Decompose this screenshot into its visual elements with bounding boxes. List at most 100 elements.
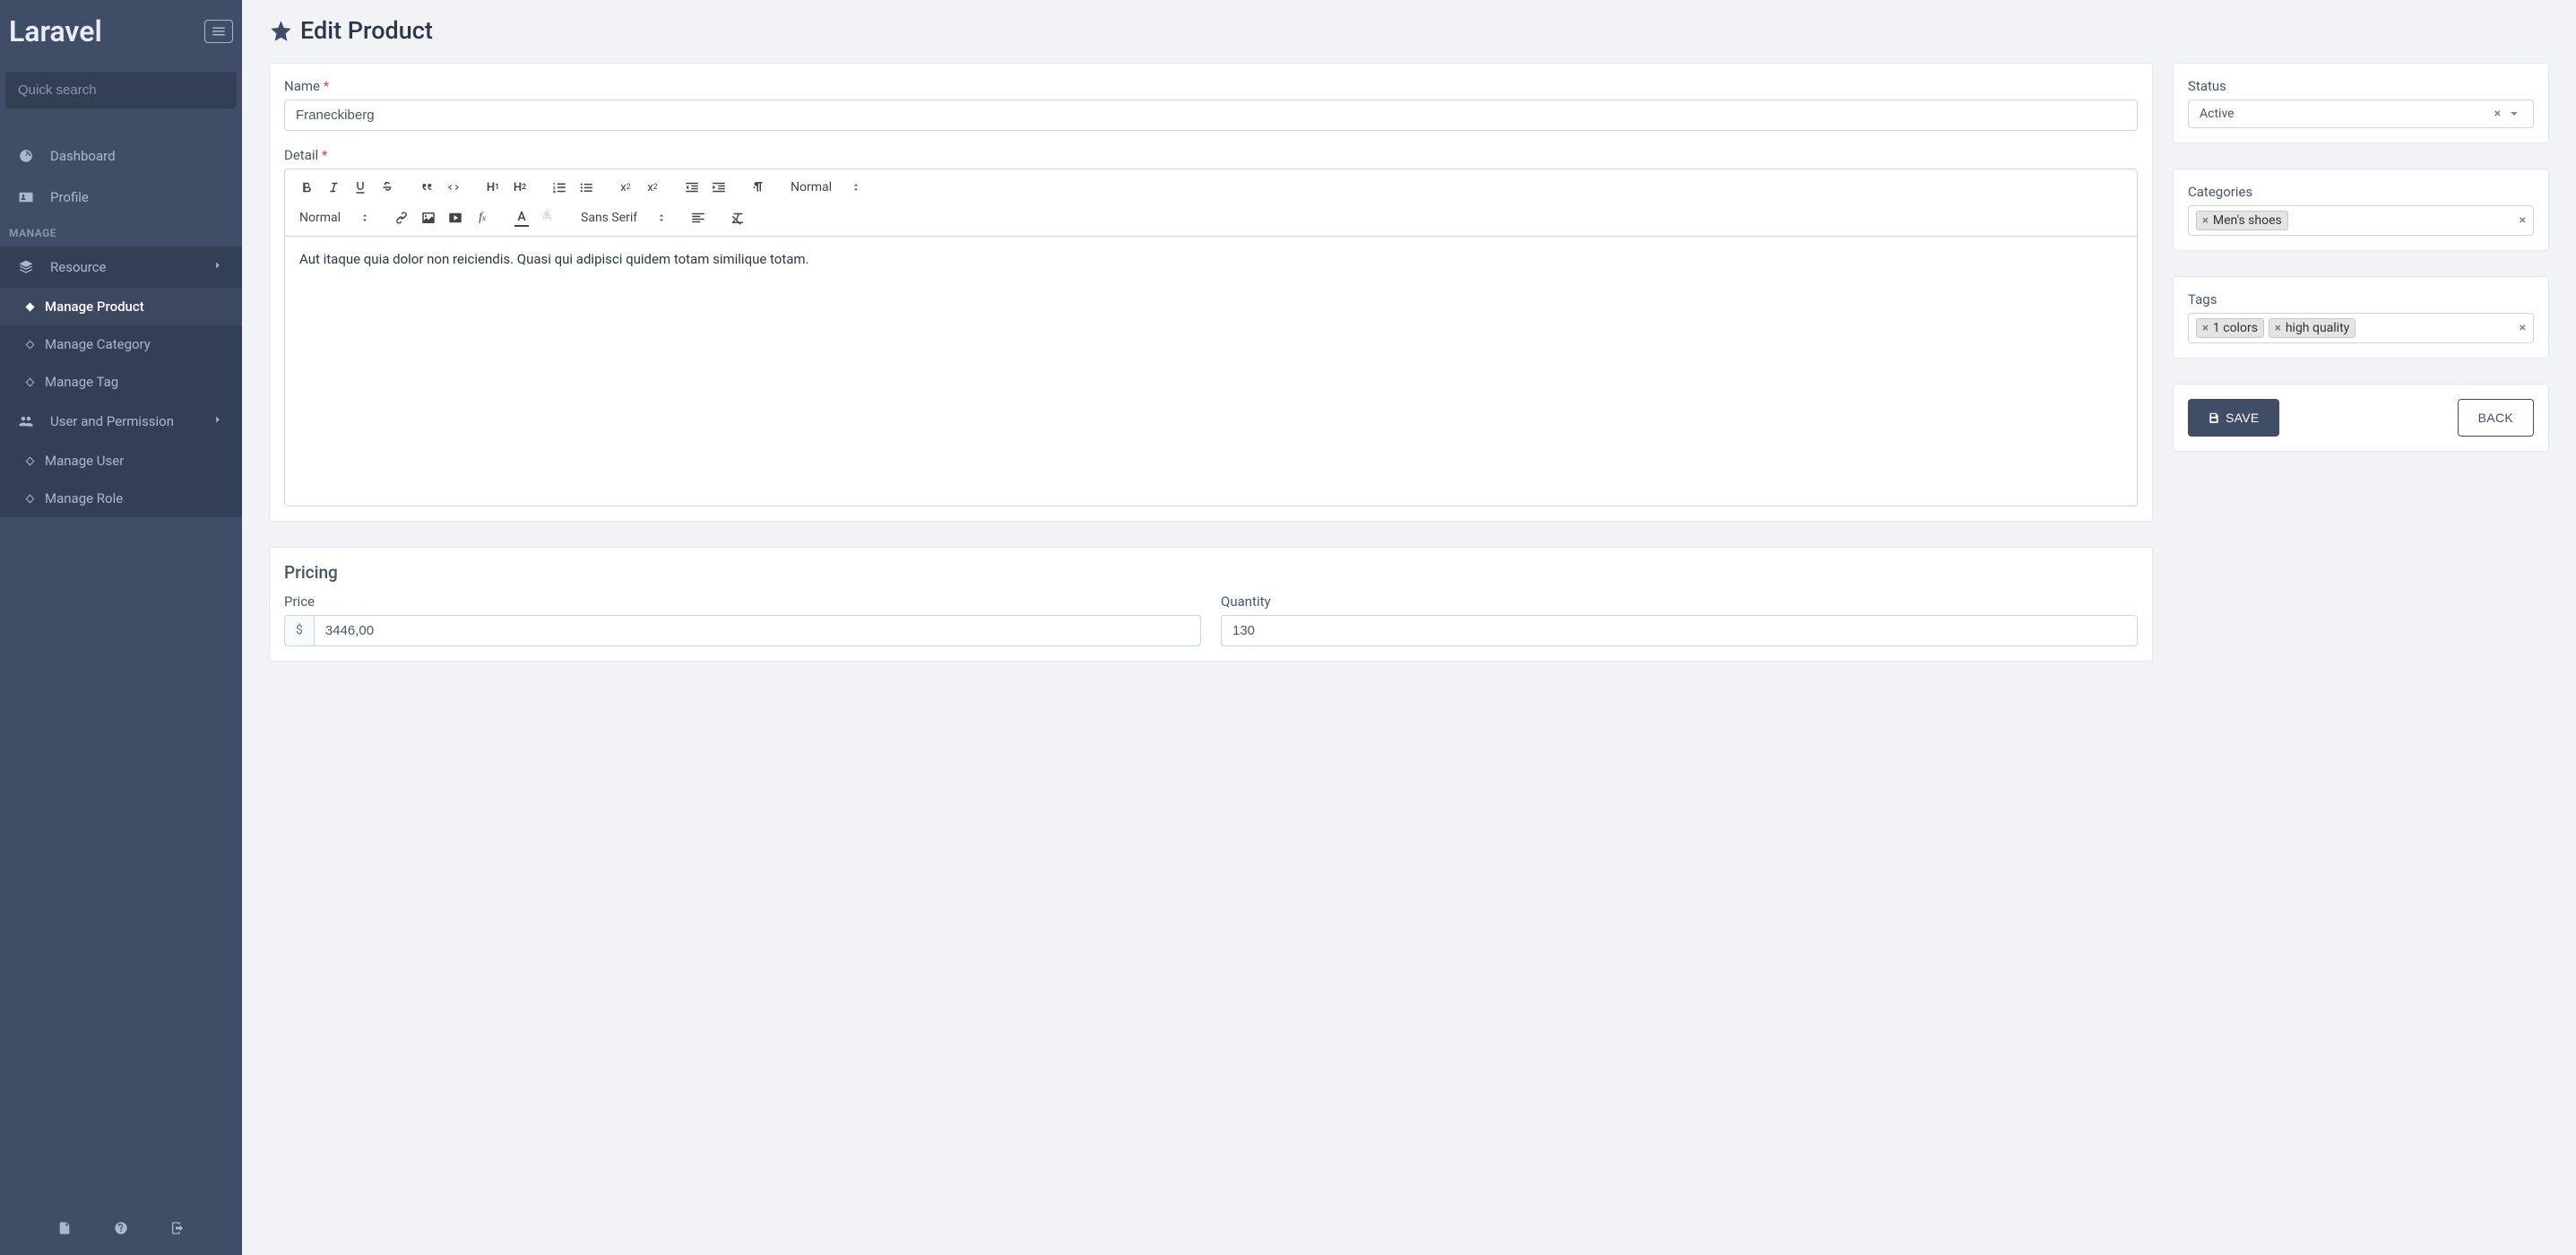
categories-label: Categories (2188, 184, 2534, 200)
h1-button[interactable]: H1 (480, 175, 506, 200)
nav-manage-user-label: Manage User (45, 453, 124, 469)
pricing-title: Pricing (284, 562, 2138, 583)
tags-label: Tags (2188, 291, 2534, 307)
image-button[interactable] (416, 205, 441, 230)
brand-logo[interactable]: Laravel (9, 14, 102, 48)
id-card-icon (18, 189, 34, 205)
link-button[interactable] (389, 205, 414, 230)
outdent-button[interactable] (679, 175, 705, 200)
bullet-list-button[interactable] (574, 175, 599, 200)
underline-button[interactable] (348, 175, 373, 200)
tags-clear-icon[interactable]: × (2520, 321, 2526, 335)
status-value: Active (2200, 107, 2235, 121)
page-title: Edit Product (269, 16, 2549, 45)
bold-button[interactable] (294, 175, 319, 200)
status-label: Status (2188, 78, 2534, 94)
pricing-card: Pricing Price $ Quantity (269, 547, 2153, 662)
tag-remove-icon[interactable]: × (2202, 214, 2209, 228)
h2-button[interactable]: H2 (507, 175, 532, 200)
logout-icon[interactable] (170, 1221, 185, 1239)
bg-color-button[interactable] (536, 205, 561, 230)
tags-card: Tags × 1 colors × high quality × (2173, 276, 2549, 359)
superscript-button[interactable]: x2 (640, 175, 665, 200)
users-icon (18, 413, 34, 429)
formula-button[interactable]: fx (470, 205, 495, 230)
nav-dashboard-label: Dashboard (50, 148, 116, 164)
tag-item: × high quality (2269, 318, 2356, 338)
nav-manage-category-label: Manage Category (45, 336, 151, 352)
nav-manage-tag[interactable]: Manage Tag (0, 363, 242, 401)
nav-manage-user[interactable]: Manage User (0, 442, 242, 480)
strike-button[interactable] (375, 175, 400, 200)
text-color-button[interactable]: A (509, 205, 534, 230)
quantity-input[interactable] (1221, 615, 2138, 646)
nav-user-permission[interactable]: User and Permission (0, 401, 242, 442)
diamond-icon (26, 494, 35, 503)
detail-editor: H1 H2 x2 x2 (284, 169, 2138, 506)
diamond-icon (26, 377, 35, 386)
main-content: Edit Product Name * Detail * (242, 0, 2576, 1255)
search-input[interactable] (5, 72, 237, 108)
tag-remove-icon[interactable]: × (2275, 322, 2281, 335)
status-select[interactable]: Active × (2188, 100, 2534, 128)
chevron-right-icon (212, 413, 224, 429)
align-button[interactable] (686, 205, 711, 230)
header-select[interactable]: Normal (785, 175, 866, 200)
italic-button[interactable] (321, 175, 346, 200)
editor-content[interactable]: Aut itaque quia dolor non reiciendis. Qu… (285, 237, 2137, 506)
nav-resource[interactable]: Resource (0, 247, 242, 288)
nav-manage-product[interactable]: Manage Product (0, 288, 242, 325)
status-card: Status Active × (2173, 63, 2549, 143)
ordered-list-button[interactable] (547, 175, 572, 200)
hamburger-icon (211, 23, 227, 39)
nav-manage-tag-label: Manage Tag (45, 374, 118, 390)
layers-icon (18, 259, 34, 275)
tag-item: × 1 colors (2196, 318, 2264, 338)
chevron-right-icon (212, 259, 224, 275)
back-button[interactable]: BACK (2458, 399, 2534, 437)
categories-input[interactable]: × Men's shoes × (2188, 205, 2534, 236)
editor-toolbar: H1 H2 x2 x2 (285, 169, 2137, 237)
nav-manage-role-label: Manage Role (45, 490, 123, 506)
nav-resource-label: Resource (50, 259, 107, 275)
diamond-icon (26, 456, 35, 465)
video-button[interactable] (443, 205, 468, 230)
actions-card: SAVE BACK (2173, 384, 2549, 452)
nav-profile[interactable]: Profile (0, 177, 242, 218)
categories-card: Categories × Men's shoes × (2173, 169, 2549, 251)
name-input[interactable] (284, 100, 2138, 131)
nav-manage-product-label: Manage Product (45, 299, 144, 315)
codeblock-button[interactable] (441, 175, 466, 200)
size-select[interactable]: Normal (294, 205, 375, 230)
blockquote-button[interactable] (414, 175, 439, 200)
nav-profile-label: Profile (50, 189, 89, 205)
direction-button[interactable] (746, 175, 771, 200)
nav-manage-category[interactable]: Manage Category (0, 325, 242, 363)
save-button[interactable]: SAVE (2188, 399, 2279, 437)
diamond-icon (26, 302, 35, 311)
price-label: Price (284, 593, 1201, 610)
font-select[interactable]: Sans Serif (575, 205, 671, 230)
indent-button[interactable] (706, 175, 731, 200)
nav-manage-role[interactable]: Manage Role (0, 480, 242, 517)
name-label: Name * (284, 78, 2138, 94)
product-main-card: Name * Detail * (269, 63, 2153, 522)
help-icon[interactable] (114, 1221, 128, 1239)
clear-format-button[interactable] (725, 205, 750, 230)
nav-dashboard[interactable]: Dashboard (0, 135, 242, 177)
subscript-button[interactable]: x2 (613, 175, 638, 200)
tags-input[interactable]: × 1 colors × high quality × (2188, 313, 2534, 343)
status-clear-icon[interactable]: × (2489, 107, 2506, 121)
quantity-label: Quantity (1221, 593, 2138, 610)
currency-addon: $ (284, 615, 314, 646)
save-icon (2208, 411, 2220, 424)
nav-user-permission-label: User and Permission (50, 413, 174, 429)
gauge-icon (18, 148, 34, 164)
star-icon (269, 19, 293, 43)
sidebar: Laravel Dashboard Profile MANAGE (0, 0, 242, 1255)
menu-toggle-button[interactable] (204, 20, 233, 43)
price-input[interactable] (314, 615, 1201, 646)
tag-remove-icon[interactable]: × (2202, 322, 2209, 335)
categories-clear-icon[interactable]: × (2520, 213, 2526, 228)
docs-icon[interactable] (57, 1221, 72, 1239)
